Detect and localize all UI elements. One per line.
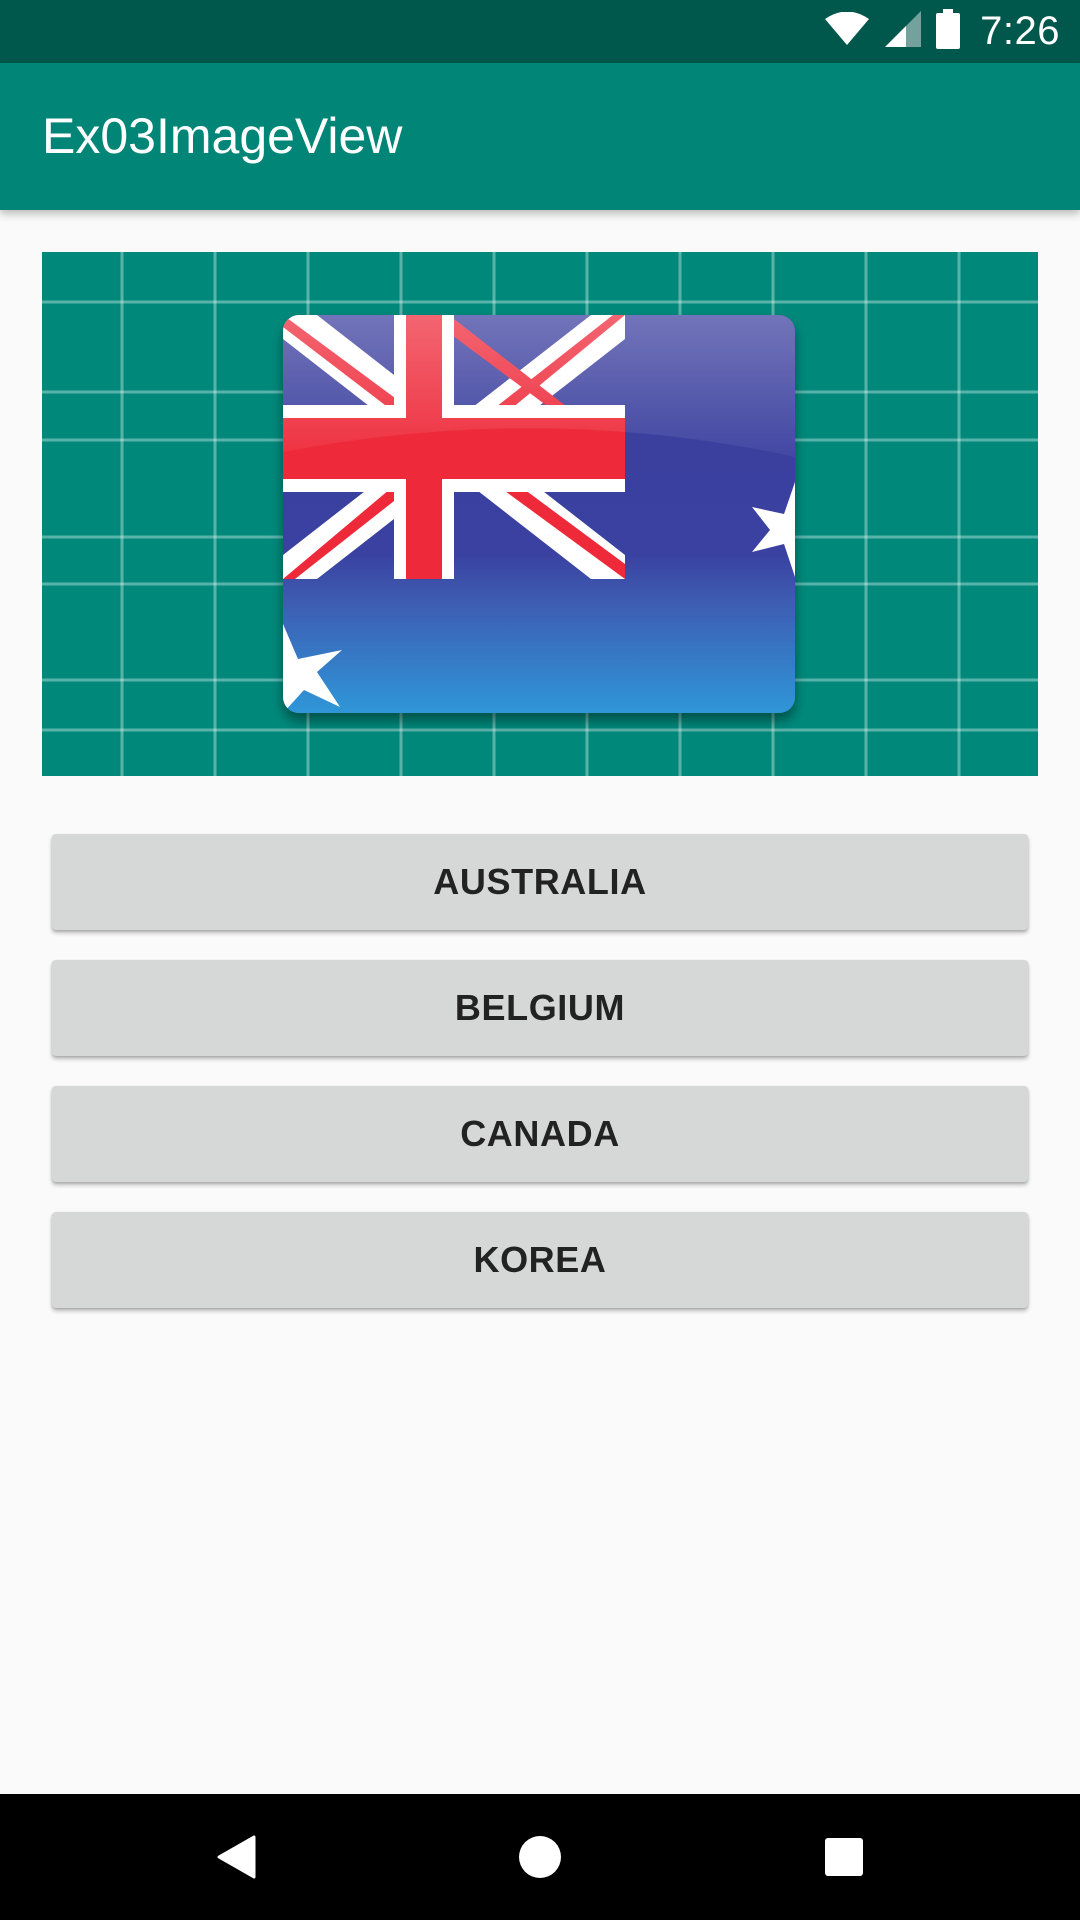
recents-icon[interactable] bbox=[784, 1794, 904, 1920]
australia-flag-image bbox=[42, 252, 1038, 776]
canada-button-label: CANADA bbox=[460, 1113, 620, 1154]
australia-button[interactable]: AUSTRALIA bbox=[52, 834, 1028, 930]
battery-icon bbox=[936, 9, 961, 54]
app-title: Ex03ImageView bbox=[42, 108, 403, 164]
australia-button-label: AUSTRALIA bbox=[433, 861, 647, 902]
status-icons: 7:26 bbox=[824, 0, 1060, 63]
app-bar: Ex03ImageView bbox=[0, 63, 1080, 210]
korea-button-label: KOREA bbox=[473, 1239, 607, 1280]
cellular-signal-icon bbox=[884, 10, 922, 53]
status-time: 7:26 bbox=[980, 9, 1060, 53]
wifi-icon bbox=[824, 11, 870, 51]
back-icon[interactable] bbox=[176, 1794, 296, 1920]
belgium-button-label: BELGIUM bbox=[454, 987, 626, 1028]
canada-button[interactable]: CANADA bbox=[52, 1086, 1028, 1182]
korea-button[interactable]: KOREA bbox=[52, 1212, 1028, 1308]
status-bar: 7:26 bbox=[0, 0, 1080, 63]
home-icon[interactable] bbox=[480, 1794, 600, 1920]
navigation-bar bbox=[0, 1794, 1080, 1920]
belgium-button[interactable]: BELGIUM bbox=[52, 960, 1028, 1056]
